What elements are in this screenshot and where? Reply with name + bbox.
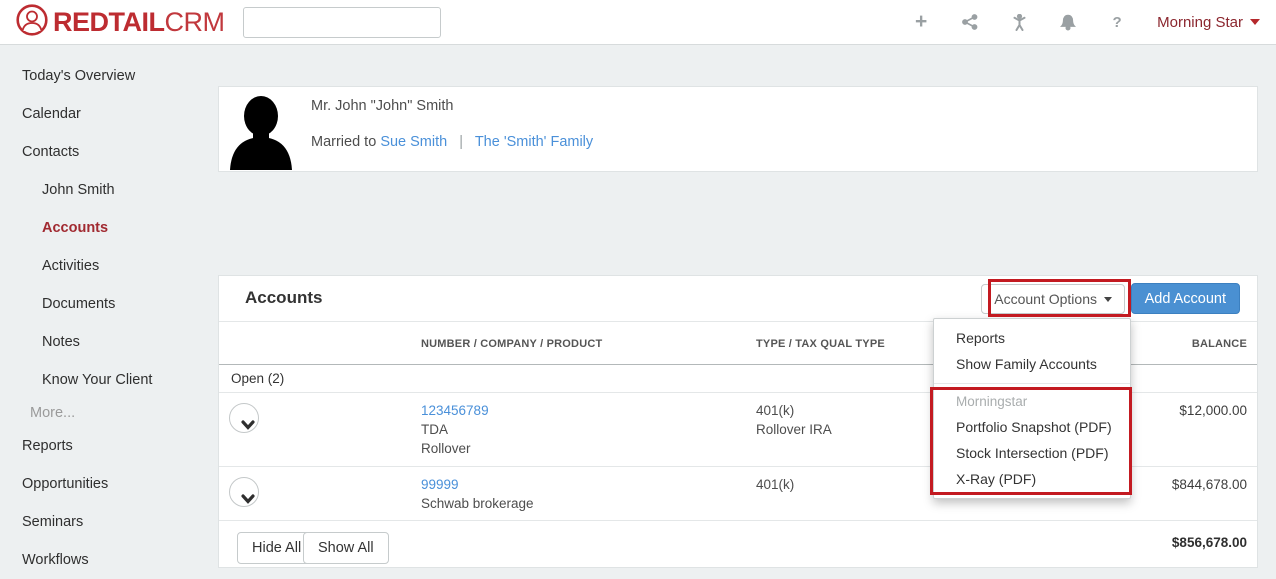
sidebar-item-contacts[interactable]: Contacts (0, 133, 218, 171)
menu-item-x-ray-pdf[interactable]: X-Ray (PDF) (934, 466, 1130, 492)
global-search-input[interactable] (243, 7, 441, 38)
help-icon[interactable]: ? (1108, 13, 1126, 31)
column-header-number-company-product: NUMBER / COMPANY / PRODUCT (421, 338, 602, 350)
contact-name: Mr. John "John" Smith (311, 98, 453, 114)
chevron-down-icon (1250, 19, 1260, 25)
menu-item-reports[interactable]: Reports (934, 325, 1130, 351)
menu-section-header-morningstar: Morningstar (934, 390, 1130, 414)
account-company: TDA (421, 420, 489, 439)
sidebar-item-notes[interactable]: Notes (0, 323, 218, 361)
account-type: 401(k) (756, 475, 794, 494)
account-number-cell: 99999 Schwab brokerage (421, 475, 534, 513)
topbar: REDTAILCRM + ? Morning Star (0, 0, 1276, 45)
account-options-button[interactable]: Account Options (981, 284, 1125, 314)
expand-row-toggle[interactable] (229, 477, 259, 507)
accounts-panel-footer: Hide All Show All $856,678.00 (219, 521, 1257, 568)
sidebar: Today's Overview Calendar Contacts John … (0, 45, 218, 579)
account-balance: $844,678.00 (1172, 477, 1247, 492)
topbar-actions: + ? Morning Star (912, 13, 1260, 31)
contact-summary-card: Mr. John "John" Smith Married to Sue Smi… (218, 86, 1258, 172)
expand-row-toggle[interactable] (229, 403, 259, 433)
sidebar-item-opportunities[interactable]: Opportunities (0, 465, 218, 503)
sidebar-item-know-your-client[interactable]: Know Your Client (0, 361, 218, 399)
sidebar-item-activities[interactable]: Activities (0, 247, 218, 285)
sidebar-item-john-smith[interactable]: John Smith (0, 171, 218, 209)
account-type: 401(k) (756, 401, 832, 420)
account-number-link[interactable]: 99999 (421, 475, 534, 494)
menu-item-show-family-accounts[interactable]: Show Family Accounts (934, 351, 1130, 377)
account-number-cell: 123456789 TDA Rollover (421, 401, 489, 458)
total-balance: $856,678.00 (1172, 535, 1247, 550)
relationship-prefix: Married to (311, 134, 376, 150)
account-tax-qual-type: Rollover IRA (756, 420, 832, 439)
account-options-dropdown: Reports Show Family Accounts Morningstar… (933, 318, 1131, 499)
show-all-button[interactable]: Show All (303, 532, 389, 564)
add-account-button[interactable]: Add Account (1131, 283, 1240, 314)
menu-item-portfolio-snapshot-pdf[interactable]: Portfolio Snapshot (PDF) (934, 414, 1130, 440)
redtail-logo-icon (16, 4, 53, 41)
brand-name-bold: REDTAIL (53, 7, 165, 38)
user-menu[interactable]: Morning Star (1157, 14, 1260, 31)
menu-item-stock-intersection-pdf[interactable]: Stock Intersection (PDF) (934, 440, 1130, 466)
menu-divider (934, 383, 1130, 384)
group-label: Open (2) (231, 371, 284, 386)
redtail-logo[interactable]: REDTAILCRM (16, 4, 225, 41)
sidebar-item-calendar[interactable]: Calendar (0, 95, 218, 133)
account-product: Rollover (421, 439, 489, 458)
sidebar-item-accounts[interactable]: Accounts (0, 209, 218, 247)
brand-name-light: CRM (165, 7, 225, 38)
accounts-panel-header: Accounts Account Options Add Account (219, 276, 1257, 321)
sidebar-item-more[interactable]: More... (0, 399, 218, 427)
column-header-balance: BALANCE (1192, 338, 1247, 350)
stick-figure-icon[interactable] (1010, 13, 1028, 31)
account-type-cell: 401(k) Rollover IRA (756, 401, 832, 439)
share-icon[interactable] (961, 13, 979, 31)
family-link[interactable]: The 'Smith' Family (475, 134, 593, 150)
sidebar-item-seminars[interactable]: Seminars (0, 503, 218, 541)
chevron-down-icon (1104, 297, 1112, 302)
sidebar-item-reports[interactable]: Reports (0, 427, 218, 465)
account-options-label: Account Options (994, 291, 1097, 307)
avatar (222, 90, 300, 170)
sidebar-item-documents[interactable]: Documents (0, 285, 218, 323)
relationship-separator: | (459, 134, 463, 150)
user-menu-label: Morning Star (1157, 14, 1243, 31)
accounts-panel-title: Accounts (245, 288, 322, 308)
account-company: Schwab brokerage (421, 494, 534, 513)
sidebar-item-workflows[interactable]: Workflows (0, 541, 218, 579)
contact-relationships: Married to Sue Smith | The 'Smith' Famil… (311, 134, 593, 150)
notifications-bell-icon[interactable] (1059, 13, 1077, 31)
account-type-cell: 401(k) (756, 475, 794, 494)
spouse-link[interactable]: Sue Smith (380, 134, 447, 150)
sidebar-item-todays-overview[interactable]: Today's Overview (0, 57, 218, 95)
account-balance: $12,000.00 (1179, 403, 1247, 418)
column-header-type-tax-qual: TYPE / TAX QUAL TYPE (756, 338, 885, 350)
add-icon[interactable]: + (912, 13, 930, 31)
account-number-link[interactable]: 123456789 (421, 401, 489, 420)
